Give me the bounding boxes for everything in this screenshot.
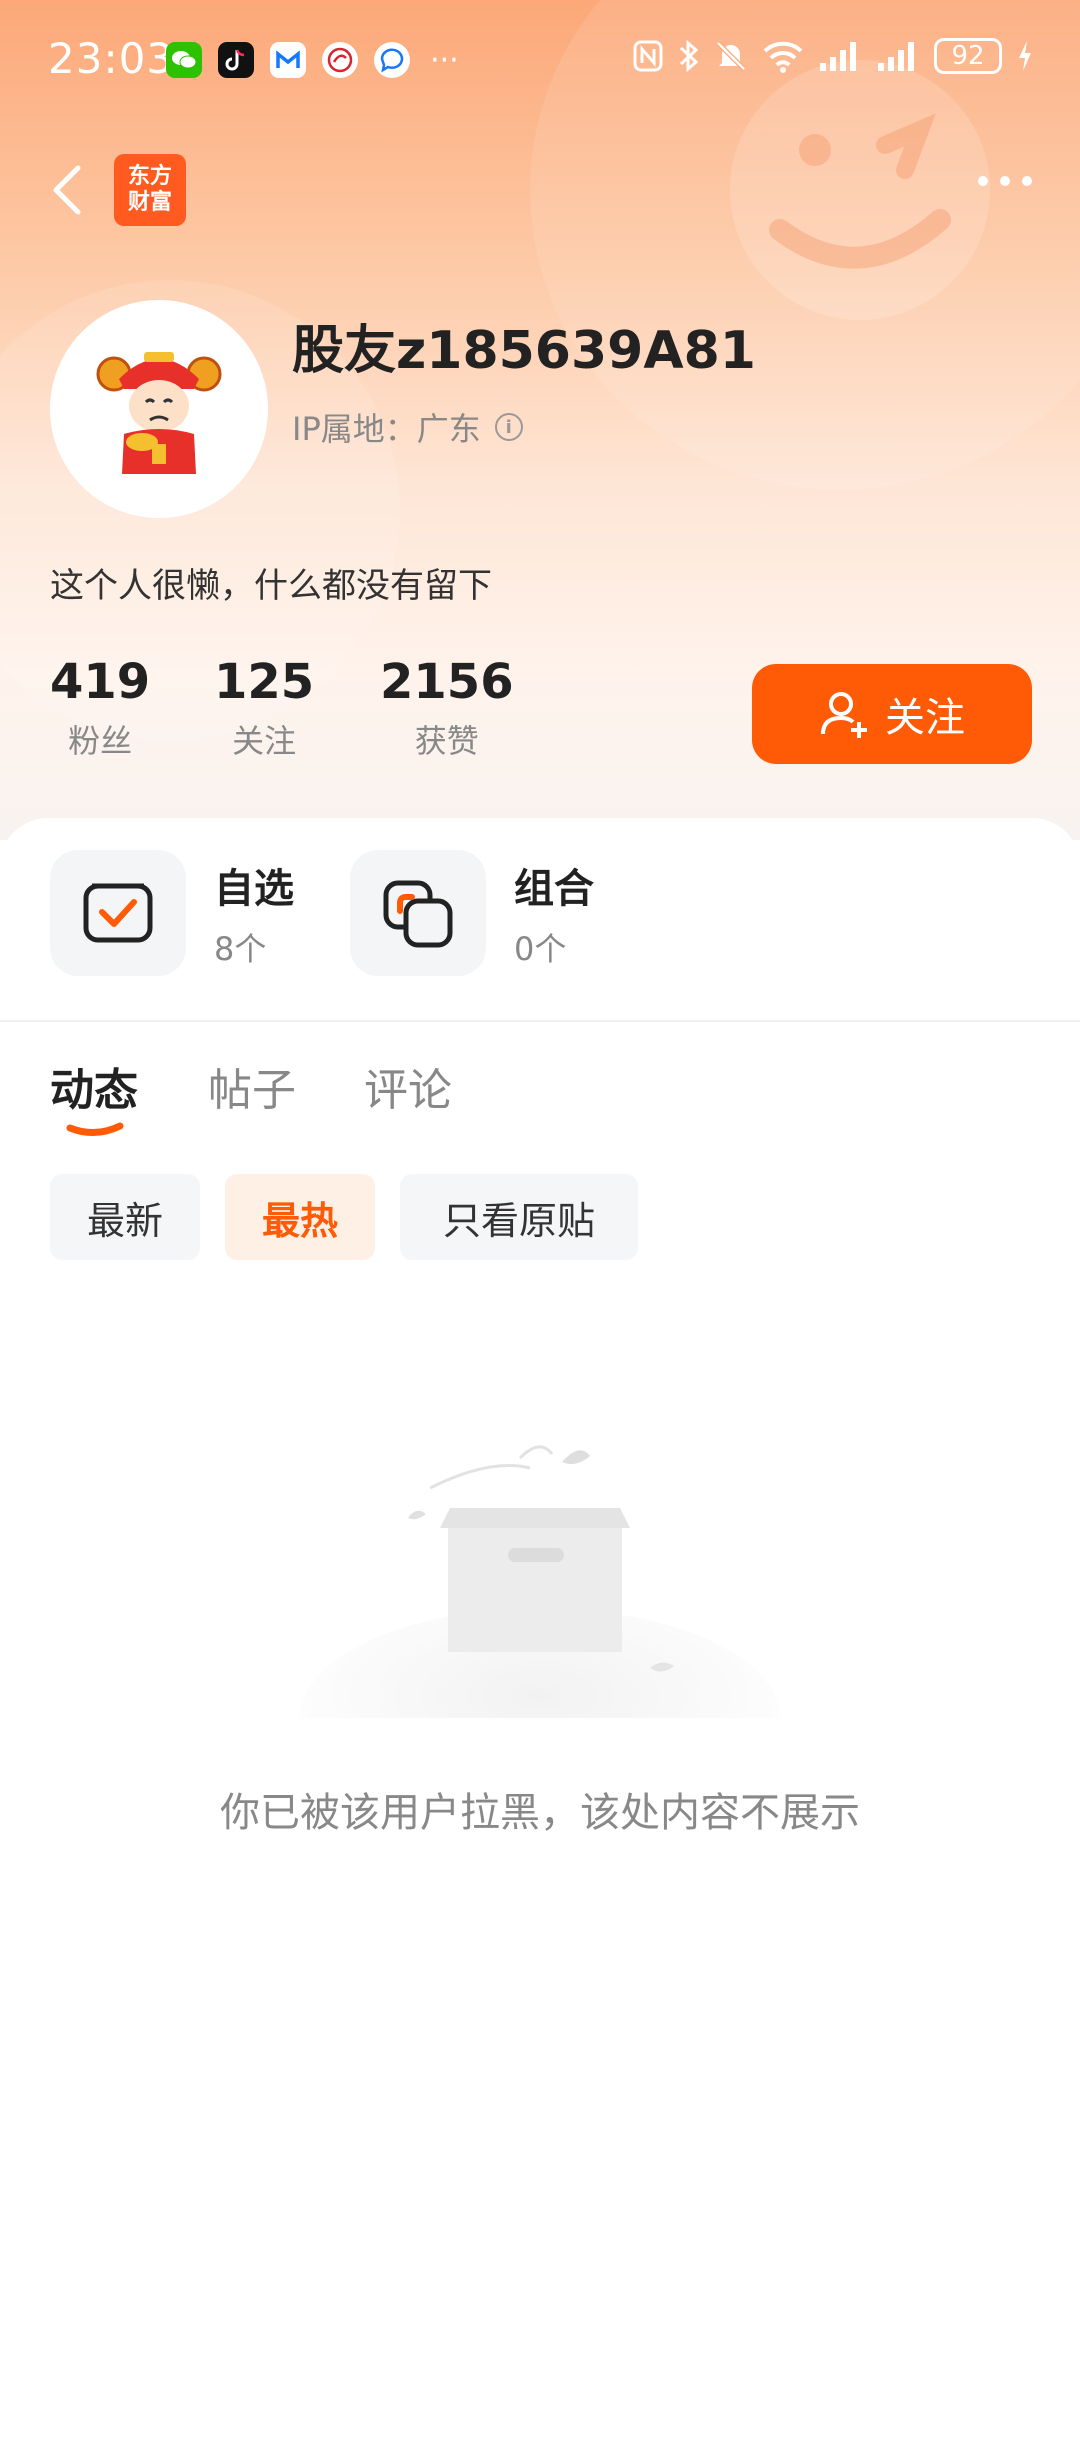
logo-text-line2: 财富 (127, 190, 172, 215)
info-icon[interactable]: i (494, 413, 523, 441)
tab-posts[interactable]: 帖子 (208, 1054, 296, 1118)
app-red-icon (322, 42, 358, 78)
blocked-message: 你已被该用户拉黑，该处内容不展示 (220, 1790, 860, 1836)
add-user-icon (821, 692, 867, 738)
follow-button[interactable]: 关注 (752, 664, 1032, 764)
active-tab-indicator (66, 1122, 124, 1136)
username: 股友z185639A81 (292, 321, 756, 381)
stat-fans[interactable]: 419 粉丝 (50, 654, 150, 762)
notification-icons: ··· (166, 42, 459, 78)
stat-value: 2156 (380, 654, 514, 710)
status-time: 23:03 (48, 34, 175, 83)
mail-icon (270, 42, 306, 78)
stat-label: 获赞 (414, 722, 479, 760)
divider (0, 1020, 1080, 1022)
follow-button-label: 关注 (885, 696, 965, 740)
stat-value: 419 (50, 654, 151, 710)
wechat-icon (166, 42, 202, 78)
stat-likes[interactable]: 2156 获赞 (380, 654, 514, 762)
chat-icon (374, 42, 410, 78)
wifi-icon (763, 41, 803, 73)
feature-title: 自选 (214, 866, 294, 912)
stat-label: 粉丝 (68, 722, 133, 760)
back-arrow-icon[interactable] (44, 160, 88, 220)
more-options-icon[interactable] (978, 176, 1032, 186)
empty-box-illustration (300, 1445, 780, 1718)
signal-icon-2 (878, 42, 914, 71)
battery-level: 92 (934, 38, 1002, 74)
charging-icon (1019, 41, 1031, 71)
avatar[interactable] (50, 300, 268, 518)
watchlist-icon (50, 850, 186, 976)
stat-label: 关注 (232, 722, 297, 760)
logo-text-line1: 东方 (127, 164, 172, 189)
system-icons: 92 (632, 38, 1034, 74)
stat-value: 125 (214, 654, 315, 710)
filter-latest[interactable]: 最新 (50, 1174, 200, 1260)
filter-original-only[interactable]: 只看原贴 (400, 1174, 638, 1260)
feature-count: 8个 (214, 930, 267, 968)
douyin-icon (218, 42, 254, 78)
filter-hottest[interactable]: 最热 (225, 1174, 375, 1260)
nfc-icon (633, 40, 663, 72)
stat-following[interactable]: 125 关注 (214, 654, 314, 762)
status-bar: 23:03 ··· 92 (0, 0, 1080, 120)
mute-bell-icon (716, 41, 746, 71)
portfolio-icon (350, 850, 486, 976)
caishen-avatar-icon (96, 352, 222, 474)
tab-dynamics[interactable]: 动态 (50, 1054, 138, 1118)
tab-comments[interactable]: 评论 (364, 1054, 452, 1118)
content-card: 自选 8个 组合 0个 动态 帖子 评论 最新 最热 只看原贴 你已被该用户拉黑… (0, 818, 1080, 2440)
more-notifications-icon: ··· (430, 42, 459, 78)
bluetooth-icon (679, 39, 699, 73)
ip-location: IP属地：广东 i (292, 404, 523, 450)
feature-portfolio[interactable]: 组合 0个 (350, 850, 594, 976)
feature-watchlist[interactable]: 自选 8个 (50, 850, 294, 976)
ip-location-text: IP属地：广东 (292, 410, 481, 448)
signal-icon (820, 42, 856, 71)
feature-count: 0个 (514, 930, 567, 968)
feature-title: 组合 (514, 866, 594, 912)
user-bio: 这个人很懒，什么都没有留下 (50, 566, 492, 606)
app-logo: 东方 财富 (114, 154, 186, 226)
